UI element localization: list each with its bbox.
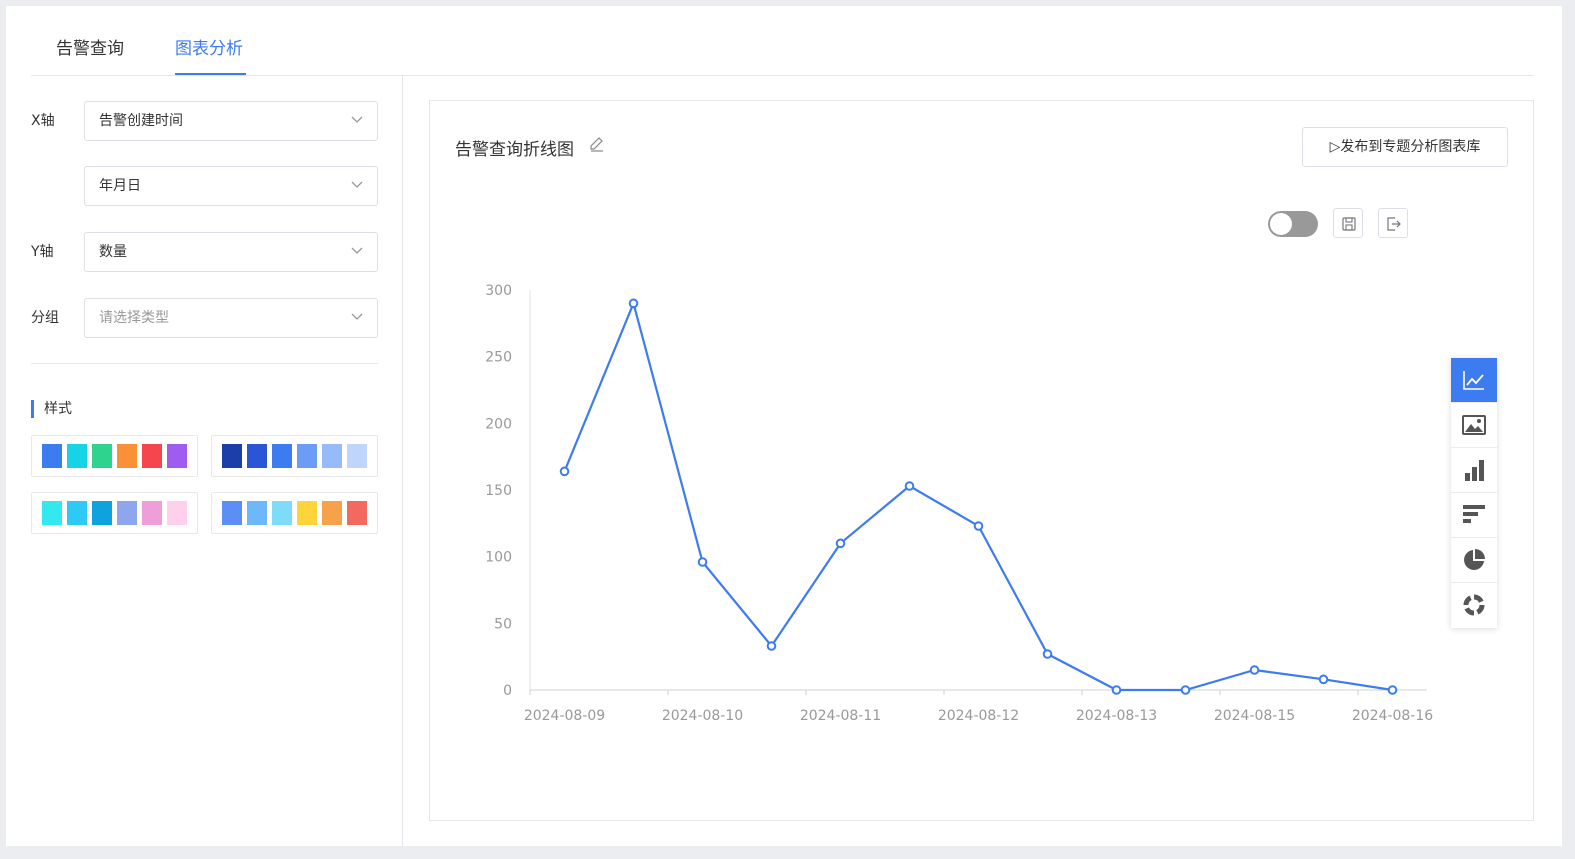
data-point	[835, 538, 846, 549]
group-label: 分组	[31, 310, 59, 326]
color-swatch	[297, 501, 317, 525]
page: 告警查询 图表分析 X轴 告警创建时间 年月日 Y轴 数量 分组 请选择类型 样…	[6, 6, 1562, 846]
bar-chart-icon	[1465, 460, 1484, 481]
chart-type-switcher	[1451, 358, 1497, 628]
chart-type-horizontal-bar[interactable]	[1451, 493, 1497, 538]
color-swatch	[272, 444, 292, 468]
color-swatch	[67, 444, 87, 468]
chart-type-pie[interactable]	[1451, 538, 1497, 583]
y-tick-label: 100	[485, 550, 512, 566]
y-axis-value: 数量	[99, 244, 127, 260]
color-swatch	[92, 444, 112, 468]
color-swatch	[322, 444, 342, 468]
x-axis-label: X轴	[31, 113, 55, 129]
data-point	[1249, 665, 1260, 675]
group-select[interactable]: 请选择类型	[84, 298, 378, 338]
data-point	[904, 481, 915, 491]
horizontal-bar-icon	[1463, 505, 1485, 523]
x-tick-label: 2024-08-09	[524, 708, 605, 724]
x-axis-select[interactable]: 告警创建时间	[84, 101, 378, 141]
data-point	[628, 298, 639, 309]
x-tick-label: 2024-08-12	[938, 708, 1019, 724]
data-point	[1387, 685, 1398, 695]
x-axis-granularity-value: 年月日	[99, 178, 141, 194]
x-tick-label: 2024-08-13	[1076, 708, 1157, 724]
divider	[31, 363, 378, 364]
x-tick-label: 2024-08-10	[662, 708, 743, 724]
style-section-title: 样式	[31, 400, 72, 418]
image-chart-icon	[1462, 415, 1486, 435]
palette-option[interactable]	[31, 435, 198, 477]
y-tick-label: 50	[494, 616, 512, 632]
palette-option[interactable]	[211, 492, 378, 534]
palette-option[interactable]	[211, 435, 378, 477]
color-swatch	[117, 444, 137, 468]
data-point	[1180, 685, 1191, 695]
tab-alert-query[interactable]: 告警查询	[56, 34, 124, 59]
color-swatch	[322, 501, 342, 525]
color-swatch	[92, 501, 112, 525]
palette-option[interactable]	[31, 492, 198, 534]
color-swatch	[297, 444, 317, 468]
line-chart: 0 50 100 150 200 250 300 2024-08-09 2024-08-10 20…	[485, 283, 1433, 724]
color-swatch	[167, 501, 187, 525]
y-tick-label: 250	[485, 350, 512, 366]
color-swatch	[222, 501, 242, 525]
color-swatch	[67, 501, 87, 525]
color-swatch	[222, 444, 242, 468]
color-swatch	[247, 444, 267, 468]
group-placeholder: 请选择类型	[99, 310, 169, 326]
pie-chart-icon	[1464, 549, 1485, 570]
x-tick-label: 2024-08-15	[1214, 708, 1295, 724]
chart-type-line[interactable]	[1451, 358, 1497, 403]
color-swatch	[272, 501, 292, 525]
y-axis-select[interactable]: 数量	[84, 232, 378, 272]
chart-card: 告警查询折线图 ▷发布到专题分析图表库 0 50 100 150 200 250 300 20…	[429, 100, 1534, 821]
x-axis-granularity-select[interactable]: 年月日	[84, 166, 378, 206]
line-chart-icon	[1463, 371, 1484, 390]
chart-type-image[interactable]	[1451, 403, 1497, 448]
data-point	[697, 557, 708, 567]
x-axis-value: 告警创建时间	[99, 113, 183, 129]
y-tick-label: 300	[485, 283, 512, 299]
active-tab-indicator	[175, 73, 246, 75]
color-swatch	[347, 501, 367, 525]
y-axis-label: Y轴	[31, 244, 54, 260]
chart-type-donut[interactable]	[1451, 583, 1497, 628]
color-swatch	[167, 444, 187, 468]
chevron-down-icon	[351, 313, 363, 320]
y-tick-label: 150	[485, 483, 512, 499]
y-tick-label: 0	[503, 683, 512, 699]
tab-bar: 告警查询 图表分析	[31, 6, 1534, 76]
color-swatch	[117, 501, 137, 525]
chart-type-bar[interactable]	[1451, 448, 1497, 493]
color-swatch	[42, 501, 62, 525]
data-point	[973, 521, 984, 531]
data-point	[1318, 674, 1329, 685]
data-point	[559, 466, 570, 477]
color-swatch	[247, 501, 267, 525]
chevron-down-icon	[351, 181, 363, 188]
color-swatch	[142, 444, 162, 468]
x-tick-label: 2024-08-11	[800, 708, 881, 724]
color-swatch	[142, 501, 162, 525]
tab-chart-analysis[interactable]: 图表分析	[175, 34, 243, 59]
config-panel: X轴 告警创建时间 年月日 Y轴 数量 分组 请选择类型 样式	[6, 76, 403, 846]
data-point	[1042, 649, 1053, 659]
x-tick-label: 2024-08-16	[1352, 708, 1433, 724]
color-swatch	[347, 444, 367, 468]
color-swatch	[42, 444, 62, 468]
donut-chart-icon	[1463, 594, 1485, 616]
chevron-down-icon	[351, 247, 363, 254]
y-tick-label: 200	[485, 416, 512, 432]
chevron-down-icon	[351, 116, 363, 123]
data-point	[766, 641, 777, 651]
data-point	[1111, 685, 1122, 695]
series-line	[563, 299, 1393, 692]
